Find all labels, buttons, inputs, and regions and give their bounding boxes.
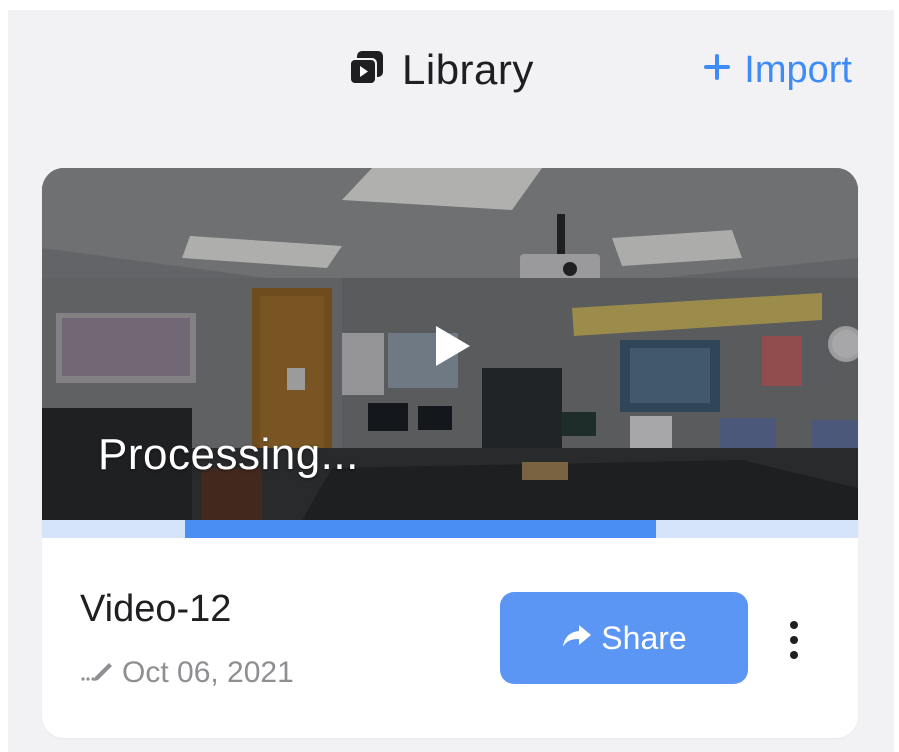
more-options-button[interactable] — [774, 614, 814, 666]
title-text: Library — [402, 46, 534, 93]
video-date: Oct 06, 2021 — [122, 656, 294, 689]
pencil-icon — [80, 656, 114, 690]
video-thumbnail[interactable]: Processing... — [42, 168, 858, 520]
plus-icon — [702, 49, 732, 92]
share-arrow-icon — [561, 620, 593, 657]
share-label: Share — [601, 619, 687, 656]
library-stack-icon — [346, 48, 386, 93]
more-vertical-icon — [790, 621, 798, 629]
video-title: Video-12 — [80, 588, 232, 630]
video-date-row: Oct 06, 2021 — [80, 656, 294, 690]
share-button[interactable]: Share — [500, 592, 748, 684]
processing-status: Processing... — [98, 430, 359, 479]
import-button[interactable]: Import — [702, 42, 852, 98]
library-screen: Library Import Processing... Video-12 Oc… — [8, 10, 894, 752]
play-icon — [436, 326, 470, 366]
play-button[interactable] — [428, 322, 476, 370]
video-card[interactable]: Processing... Video-12 Oct 06, 2021 Shar… — [42, 168, 858, 738]
import-label: Import — [744, 48, 852, 91]
progress-fill — [184, 520, 657, 538]
processing-progress-bar — [42, 520, 858, 538]
page-title: Library — [346, 42, 534, 98]
